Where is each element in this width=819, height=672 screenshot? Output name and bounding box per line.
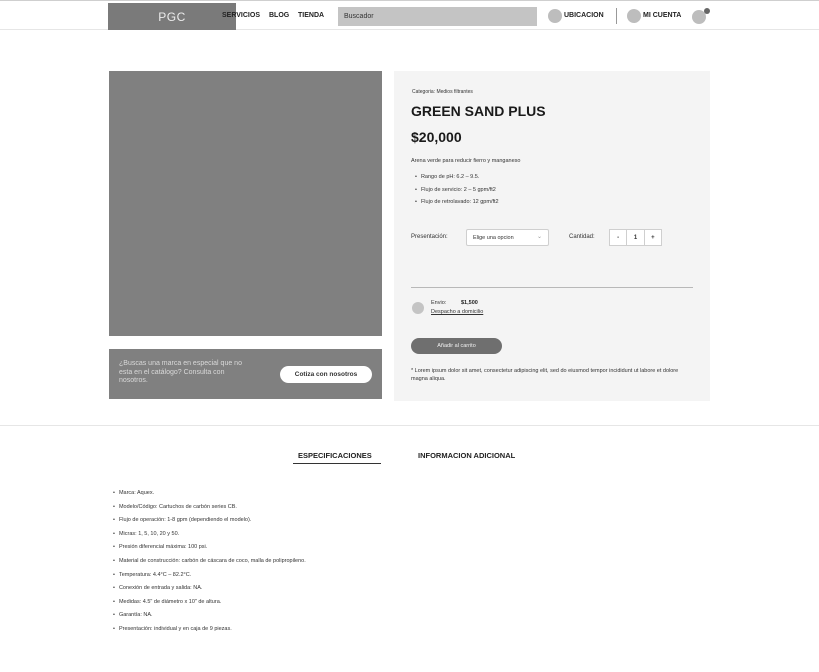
product-note: * Lorem ipsum dolor sit amet, consectetu… <box>411 368 679 382</box>
nav-blog[interactable]: BLOG <box>269 12 289 19</box>
shipping-label: Envio: <box>431 300 447 306</box>
nav-tienda[interactable]: TIENDA <box>298 12 324 19</box>
quote-button[interactable]: Cotiza con nosotros <box>280 366 372 383</box>
product-detail-panel: Categoria: Medios filtrantes GREEN SAND … <box>394 71 710 401</box>
search-input[interactable]: Buscador <box>338 7 537 26</box>
cart-badge <box>704 8 710 14</box>
list-item: Garantía: NA. <box>113 612 306 626</box>
tab-especificaciones[interactable]: ESPECIFICACIONES <box>298 451 372 460</box>
product-title: GREEN SAND PLUS <box>411 103 546 119</box>
add-to-cart-button[interactable]: Añadir al carrito <box>411 338 502 354</box>
quantity-label: Cantidad: <box>569 234 595 240</box>
shipping-link[interactable]: Despacho a domicilio <box>431 309 483 315</box>
quantity-input[interactable]: 1 <box>626 230 645 245</box>
nav-servicios[interactable]: SERVICIOS <box>222 12 260 19</box>
location-link[interactable]: UBICACION <box>564 12 604 19</box>
spec-list: Marca: Aquex. Modelo/Código: Cartuchos d… <box>113 490 306 640</box>
location-icon[interactable] <box>548 9 562 23</box>
product-price: $20,000 <box>411 129 462 145</box>
list-item: Medidas: 4.5" de diámetro x 10" de altur… <box>113 599 306 613</box>
product-description: Arena verde para reducir fierro y mangan… <box>411 158 521 164</box>
shipping-price: $1,500 <box>461 300 478 306</box>
list-item: Presentación: individual y en caja de 9 … <box>113 626 306 640</box>
promo-banner: ¿Buscas una marca en especial que no est… <box>109 349 382 399</box>
list-item: Marca: Aquex. <box>113 490 306 504</box>
header: PGC SERVICIOS BLOG TIENDA Buscador UBICA… <box>0 0 819 30</box>
list-item: Rango de pH: 6.2 – 9.5. <box>415 174 499 187</box>
presentation-label: Presentación: <box>411 234 448 240</box>
quantity-decrease-button[interactable]: - <box>610 230 626 245</box>
list-item: Micras: 1, 5, 10, 20 y 50. <box>113 531 306 545</box>
list-item: Presión diferencial máxima: 100 psi. <box>113 544 306 558</box>
tab-informacion-adicional[interactable]: INFORMACION ADICIONAL <box>418 451 515 460</box>
product-category: Categoria: Medios filtrantes <box>412 89 473 95</box>
quantity-increase-button[interactable]: + <box>645 230 661 245</box>
chevron-down-icon: ⌄ <box>536 234 542 240</box>
list-item: Temperatura: 4.4°C – 82.2°C. <box>113 572 306 586</box>
list-item: Material de construcción: carbón de cásc… <box>113 558 306 572</box>
account-icon[interactable] <box>627 9 641 23</box>
presentation-select[interactable]: Elige una opcion ⌄ <box>466 229 549 246</box>
list-item: Flujo de retrolavado: 12 gpm/ft2 <box>415 199 499 212</box>
header-divider <box>616 8 617 24</box>
shipping-radio[interactable] <box>412 302 424 314</box>
list-item: Flujo de operación: 1-8 gpm (dependiendo… <box>113 517 306 531</box>
quantity-stepper: - 1 + <box>609 229 662 246</box>
section-divider <box>0 425 819 426</box>
divider <box>411 287 693 288</box>
active-tab-indicator <box>293 463 381 464</box>
presentation-select-value: Elige una opcion <box>473 234 514 241</box>
list-item: Modelo/Código: Cartuchos de carbón serie… <box>113 504 306 518</box>
product-image <box>109 71 382 336</box>
account-link[interactable]: MI CUENTA <box>643 12 681 19</box>
list-item: Conexión de entrada y salida: NA. <box>113 585 306 599</box>
feature-list: Rango de pH: 6.2 – 9.5. Flujo de servici… <box>415 174 499 212</box>
promo-text: ¿Buscas una marca en especial que no est… <box>119 360 242 384</box>
list-item: Flujo de servicio: 2 – 5 gpm/ft2 <box>415 187 499 200</box>
logo[interactable]: PGC <box>108 3 236 30</box>
